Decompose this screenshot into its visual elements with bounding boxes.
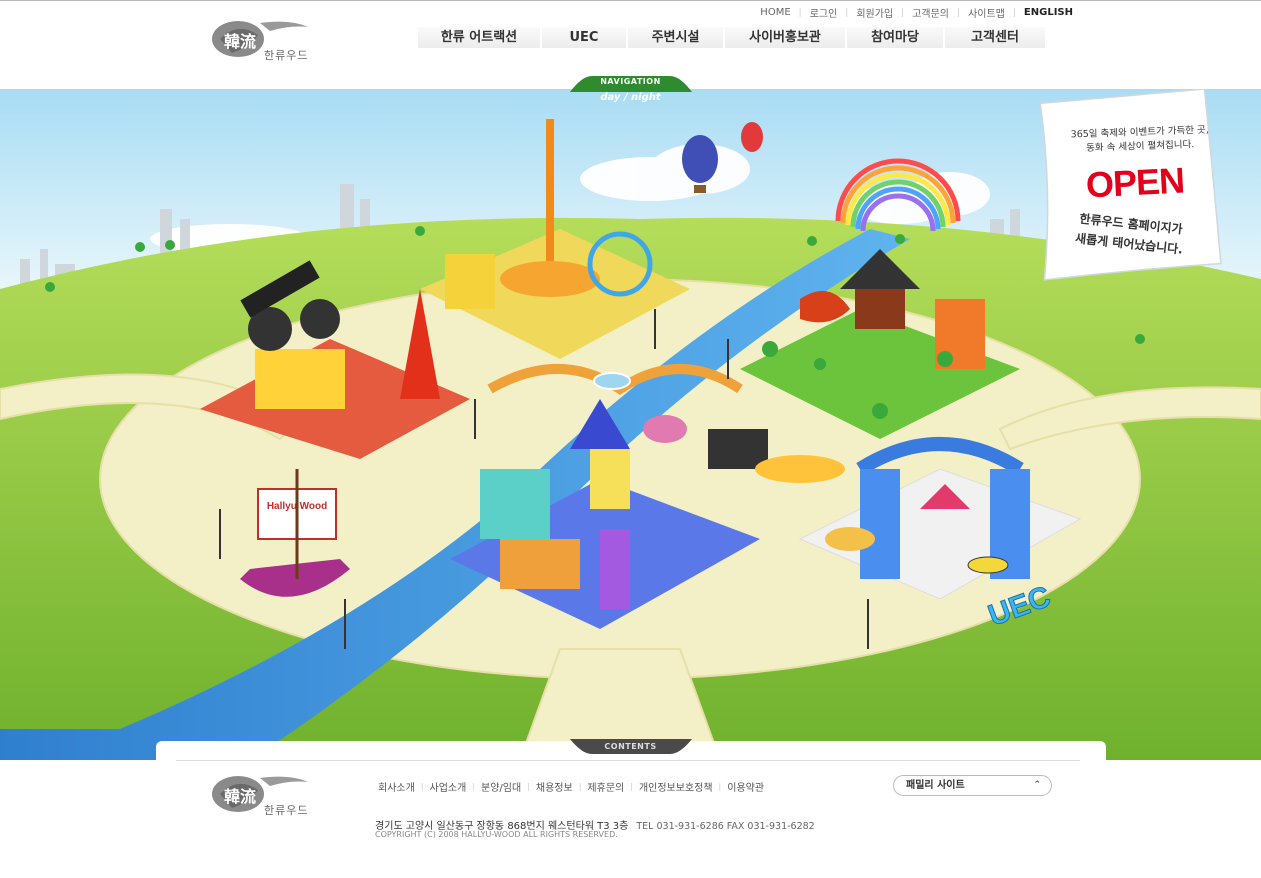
util-sitemap-link[interactable]: 사이트맵 — [960, 5, 1013, 20]
footer-business-link[interactable]: 사업소개 — [424, 779, 473, 794]
nav-customer-center[interactable]: 고객센터 — [945, 27, 1047, 48]
chevron-up-icon: ⌃ — [1033, 780, 1041, 790]
footer-privacy-link[interactable]: 개인정보보호정책 — [633, 779, 719, 794]
notice-open-text: OPEN — [1084, 159, 1185, 206]
footer-tel: TEL 031-931-6286 FAX 031-931-6282 — [636, 821, 815, 832]
contents-label: CONTENTS — [604, 742, 657, 751]
footer-lease-link[interactable]: 분양/임대 — [475, 779, 527, 794]
footer-divider — [176, 760, 1080, 761]
footer-terms-link[interactable]: 이용약관 — [721, 779, 770, 794]
footer-logo-text: 한류우드 — [264, 804, 309, 817]
util-join-link[interactable]: 회원가입 — [848, 5, 901, 20]
util-login-link[interactable]: 로그인 — [802, 5, 846, 20]
family-site-select[interactable]: 패밀리 사이트 ⌃ — [893, 775, 1052, 796]
util-contact-link[interactable]: 고객문의 — [904, 5, 957, 20]
main-nav: 한류 어트랙션 UEC 주변시설 사이버홍보관 참여마당 고객센터 — [418, 27, 1047, 48]
nav-participation[interactable]: 참여마당 — [847, 27, 945, 48]
footer-links: 회사소개 | 사업소개 | 분양/임대 | 채용정보 | 제휴문의 | 개인정보보호정책 |… — [372, 779, 770, 794]
footer-copyright: COPYRIGHT (C) 2008 HALLYU-WOOD ALL RIGHT… — [375, 830, 618, 839]
nav-facilities[interactable]: 주변시설 — [628, 27, 725, 48]
notice-text-1: 365일 축제와 이벤트가 가득한 곳, 동화 속 세상이 펼쳐집니다. — [1070, 124, 1209, 154]
footer-partnership-link[interactable]: 제휴문의 — [581, 779, 630, 794]
footer-company-link[interactable]: 회사소개 — [372, 779, 421, 794]
family-site-label: 패밀리 사이트 — [906, 780, 965, 791]
svg-text:韓流: 韓流 — [224, 787, 256, 806]
nav-attraction[interactable]: 한류 어트랙션 — [418, 27, 542, 48]
util-home-link[interactable]: HOME — [752, 7, 798, 18]
nav-uec[interactable]: UEC — [542, 27, 628, 48]
navigation-label: NAVIGATION — [600, 77, 661, 86]
svg-text:韓流: 韓流 — [224, 32, 256, 51]
utility-nav: HOME | 로그인 | 회원가입 | 고객문의 | 사이트맵 | ENGLISH — [752, 5, 1081, 20]
nav-cyber-pr[interactable]: 사이버홍보관 — [725, 27, 847, 48]
util-english-link[interactable]: ENGLISH — [1016, 7, 1081, 18]
day-night-toggle[interactable]: day / night — [0, 92, 1261, 103]
logo-text: 한류우드 — [264, 49, 309, 62]
footer-recruit-link[interactable]: 채용정보 — [530, 779, 579, 794]
